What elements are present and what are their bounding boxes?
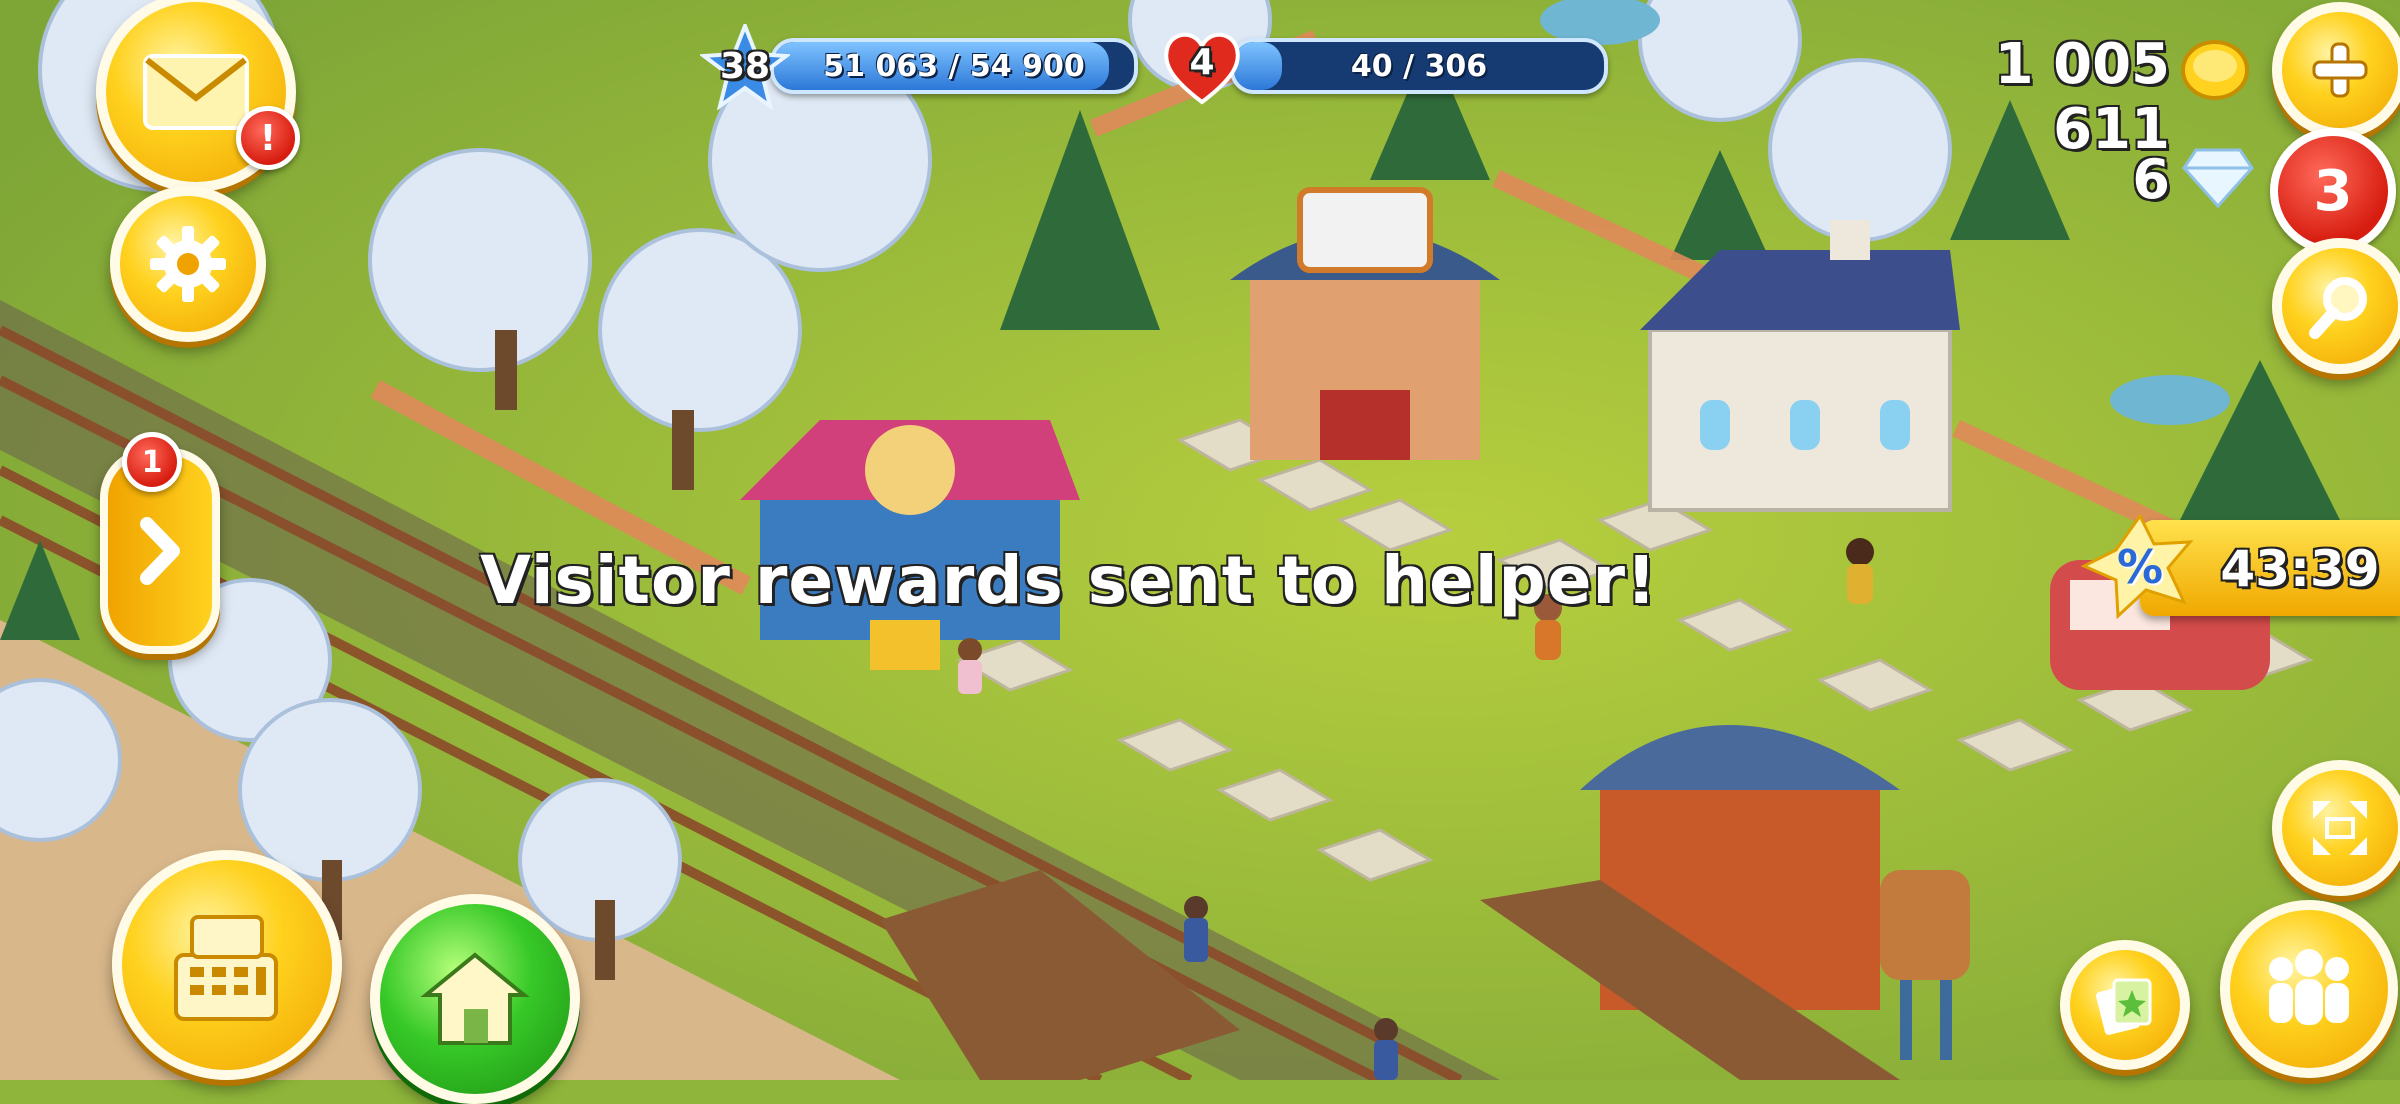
- chevron-right-icon: [140, 517, 180, 585]
- gear-icon: [150, 226, 226, 302]
- roadside-shop-button[interactable]: [112, 850, 342, 1080]
- expand-arrows-icon: [2313, 801, 2367, 855]
- mail-alert-badge: !: [236, 106, 300, 170]
- sale-percent: %: [2116, 540, 2164, 594]
- level-number: 38: [719, 46, 771, 87]
- magnifier-icon: [2309, 277, 2367, 339]
- level-hud[interactable]: 51 063 / 54 900 38: [698, 20, 1140, 111]
- level-star-icon: 38: [698, 20, 792, 111]
- cash-register-icon: [174, 915, 278, 1021]
- reputation-number: 4: [1189, 42, 1215, 83]
- settings-button[interactable]: [110, 186, 266, 342]
- expand-button[interactable]: [2272, 760, 2400, 896]
- coin-icon: [2180, 38, 2250, 106]
- friends-button[interactable]: [2220, 900, 2398, 1078]
- reputation-bar: 40 / 306: [1230, 38, 1608, 94]
- cards-button[interactable]: [2060, 940, 2190, 1070]
- coin-count: 1 005 611: [1994, 32, 2170, 162]
- search-button[interactable]: [2272, 238, 2400, 374]
- envelope-icon: [143, 54, 249, 130]
- xp-text: 51 063 / 54 900: [823, 48, 1085, 84]
- home-button[interactable]: [370, 894, 580, 1104]
- xp-bar: 51 063 / 54 900: [770, 38, 1138, 94]
- cards-icon: [2096, 978, 2152, 1035]
- farm-scene[interactable]: [0, 0, 2400, 1080]
- diamond-icon: [2182, 146, 2254, 212]
- plus-icon: [2312, 42, 2368, 98]
- friends-icon: [2269, 949, 2349, 1025]
- shop-badge[interactable]: 3: [2270, 128, 2396, 254]
- house-icon: [420, 952, 530, 1045]
- toast-message: Visitor rewards sent to helper!: [480, 542, 1658, 619]
- sale-timer: 43:39: [2220, 540, 2380, 598]
- sale-banner[interactable]: % 43:39: [2080, 513, 2400, 620]
- sale-percent-icon: %: [2080, 513, 2200, 624]
- reputation-text: 40 / 306: [1350, 48, 1488, 84]
- diamond-count: 6: [2132, 148, 2170, 211]
- reputation-heart-icon: 4: [1160, 26, 1244, 106]
- add-currency-button[interactable]: [2272, 2, 2400, 138]
- reputation-hud[interactable]: 40 / 306 4: [1160, 30, 1610, 105]
- side-panel-badge: 1: [122, 432, 182, 492]
